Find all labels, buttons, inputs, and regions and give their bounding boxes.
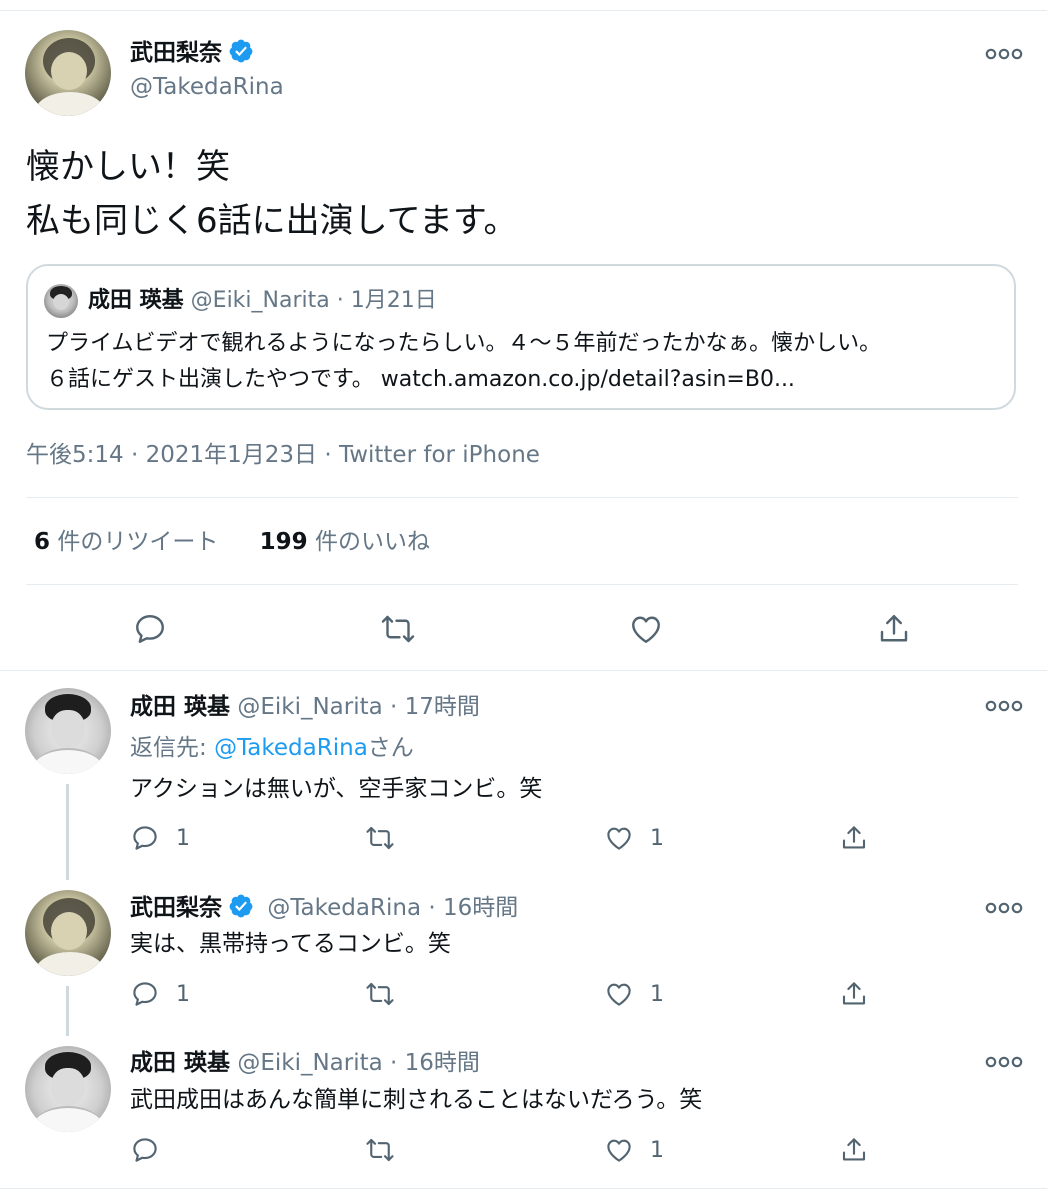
reply-icon: [133, 1138, 157, 1162]
reply-2-like-count: 1: [650, 981, 664, 1007]
reply-1-handle[interactable]: @Eiki_Narita: [237, 694, 382, 720]
divider-main-bottom: [0, 670, 1047, 671]
reply-2-handle[interactable]: @TakedaRina: [267, 895, 421, 921]
reply-2-share-button[interactable]: [839, 979, 869, 1009]
verified-icon: [229, 39, 253, 63]
share-icon: [842, 826, 866, 849]
reply-3-time[interactable]: · 16時間: [390, 1050, 480, 1076]
quoted-author-avatar: [44, 284, 78, 318]
author-name-row: 武田梨奈: [130, 38, 254, 68]
reply-icon: [133, 826, 157, 850]
reply-2-retweet-button[interactable]: [365, 979, 395, 1009]
retweet-button[interactable]: [380, 611, 416, 647]
divider-stats: [26, 584, 1018, 585]
more-icon[interactable]: [984, 898, 1024, 918]
reply-1-header: 成田 瑛基 @Eiki_Narita · 17時間: [130, 692, 480, 722]
reply-1-avatar[interactable]: [25, 688, 111, 774]
retweet-count: 6: [34, 529, 51, 555]
more-icon[interactable]: [984, 696, 1024, 716]
reply-2-like-button[interactable]: 1: [604, 979, 664, 1009]
reply-3-like-button[interactable]: 1: [604, 1135, 664, 1165]
like-icon: [607, 827, 631, 850]
reply-icon: [133, 982, 157, 1006]
reply-1-retweet-button[interactable]: [365, 823, 395, 853]
reply-3-avatar[interactable]: [25, 1046, 111, 1132]
top-divider: [0, 10, 1047, 11]
share-icon: [842, 982, 866, 1005]
retweet-icon: [381, 615, 415, 643]
reply-to-prefix: 返信先:: [130, 735, 215, 761]
share-icon: [842, 1138, 866, 1161]
reply-2-reply-button[interactable]: 1: [130, 979, 190, 1009]
quoted-tweet[interactable]: 成田 瑛基 @Eiki_Narita · 1月21日 プライムビデオで観れるよう…: [26, 264, 1016, 410]
thread-line-1: [66, 784, 69, 880]
share-icon: [880, 615, 908, 642]
reply-2-name[interactable]: 武田梨奈: [130, 895, 222, 921]
reply-3-handle[interactable]: @Eiki_Narita: [237, 1050, 382, 1076]
reply-3-name[interactable]: 成田 瑛基: [130, 1050, 230, 1076]
quoted-date: · 1月21日: [336, 288, 437, 313]
reply-1-reply-to: 返信先: @TakedaRinaさん: [130, 733, 414, 763]
retweet-icon: [366, 826, 394, 850]
more-icon[interactable]: [984, 1052, 1024, 1072]
reply-to-suffix: さん: [367, 735, 414, 761]
like-icon: [632, 616, 660, 643]
retweet-label: 件のリツイート: [57, 529, 219, 555]
share-button[interactable]: [876, 611, 912, 647]
bottom-divider: [0, 1188, 1047, 1189]
quoted-author-name: 成田 瑛基: [88, 288, 184, 313]
reply-1-like-button[interactable]: 1: [604, 823, 664, 853]
reply-3-retweet-button[interactable]: [365, 1135, 395, 1165]
divider-meta: [26, 497, 1018, 498]
reply-3-reply-button[interactable]: [130, 1135, 160, 1165]
reply-3-text: 武田成田はあんな簡単に刺されることはないだろう。笑: [130, 1087, 703, 1113]
quoted-text-line-1: プライムビデオで観れるようになったらしい。４〜５年前だったかなぁ。懐かしい。: [46, 331, 882, 356]
reply-3-header: 成田 瑛基 @Eiki_Narita · 16時間: [130, 1048, 480, 1078]
retweet-icon: [366, 982, 394, 1006]
reply-1-name[interactable]: 成田 瑛基: [130, 694, 230, 720]
reply-2-time[interactable]: · 16時間: [428, 895, 518, 921]
retweet-stat[interactable]: 6 件のリツイート: [34, 529, 218, 555]
reply-1-share-button[interactable]: [839, 823, 869, 853]
reply-3-like-count: 1: [650, 1137, 664, 1163]
reply-2-header: 武田梨奈 @TakedaRina · 16時間: [130, 893, 518, 923]
like-icon: [607, 1139, 631, 1162]
tweet-text-line-1: 懐かしい！笑: [26, 147, 230, 187]
reply-1-reply-button[interactable]: 1: [130, 823, 190, 853]
tweet-meta: 午後5:14 · 2021年1月23日 · Twitter for iPhone: [26, 442, 540, 468]
reply-3-share-button[interactable]: [839, 1135, 869, 1165]
reply-1-time[interactable]: · 17時間: [390, 694, 480, 720]
author-name[interactable]: 武田梨奈: [130, 40, 222, 66]
like-label: 件のいいね: [314, 529, 430, 555]
reply-1-text: アクションは無いが、空手家コンビ。笑: [130, 776, 543, 802]
like-icon: [607, 983, 631, 1006]
like-stat[interactable]: 199 件のいいね: [260, 529, 430, 555]
quoted-text-line-2: ６話にゲスト出演したやつです。 watch.amazon.co.jp/detai…: [46, 367, 795, 392]
reply-1-reply-count: 1: [176, 825, 190, 851]
verified-icon: [229, 894, 253, 918]
more-icon[interactable]: [984, 44, 1024, 64]
reply-button[interactable]: [132, 611, 168, 647]
reply-1-like-count: 1: [650, 825, 664, 851]
reply-2-reply-count: 1: [176, 981, 190, 1007]
reply-2-avatar[interactable]: [25, 890, 111, 976]
tweet-text-line-2: 私も同じく6話に出演してます。: [26, 201, 518, 241]
like-count: 199: [259, 529, 308, 555]
retweet-icon: [366, 1138, 394, 1162]
author-avatar[interactable]: [25, 30, 111, 116]
thread-line-2: [66, 986, 69, 1036]
author-handle[interactable]: @TakedaRina: [130, 72, 284, 102]
like-button[interactable]: [628, 611, 664, 647]
quoted-author-row: 成田 瑛基 @Eiki_Narita · 1月21日: [88, 286, 437, 316]
quoted-author-handle: @Eiki_Narita: [190, 288, 330, 313]
reply-2-text: 実は、黒帯持ってるコンビ。笑: [130, 931, 451, 957]
reply-to-handle-link[interactable]: @TakedaRina: [214, 735, 368, 761]
tweet-stats: 6 件のリツイート 199 件のいいね: [34, 527, 430, 557]
reply-icon: [136, 615, 164, 643]
